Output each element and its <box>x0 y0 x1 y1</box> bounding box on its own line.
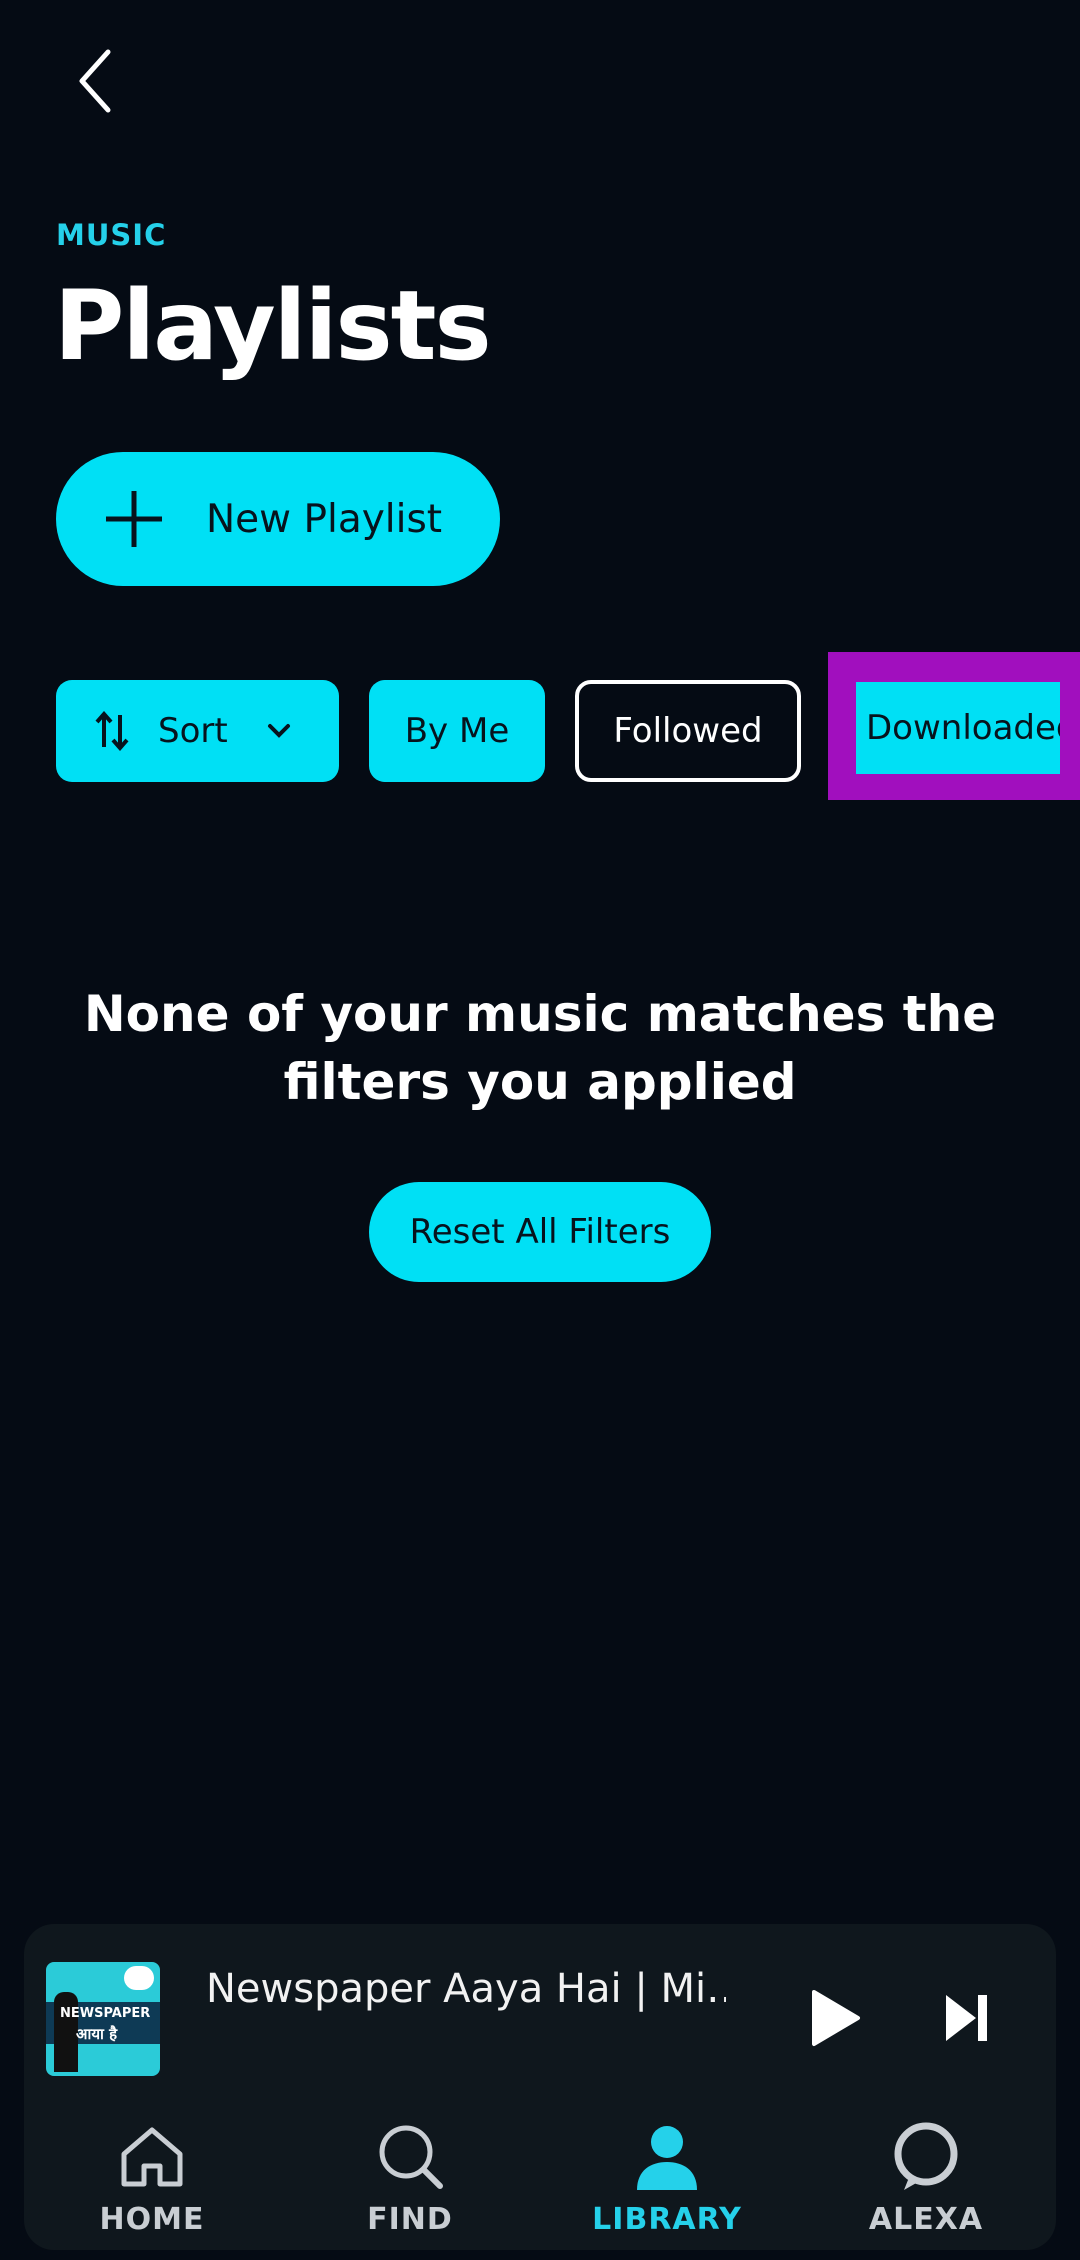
new-playlist-label: New Playlist <box>206 496 443 542</box>
alexa-icon <box>894 2122 958 2190</box>
play-button[interactable] <box>810 1988 862 2048</box>
search-icon <box>379 2125 443 2189</box>
chevron-down-icon <box>267 724 290 738</box>
nav-alexa[interactable]: ALEXA <box>836 2120 1016 2237</box>
empty-state-message: None of your music matches the filters y… <box>83 985 997 1111</box>
plus-icon <box>106 491 162 547</box>
artwork-text: NEWSPAPER <box>60 2006 151 2021</box>
reset-filters-button[interactable]: Reset All Filters <box>369 1182 711 1282</box>
artwork-figure <box>54 1992 78 2072</box>
nav-find-label: FIND <box>367 2202 453 2237</box>
nav-home-label: HOME <box>99 2202 205 2237</box>
sort-label: Sort <box>158 711 228 751</box>
play-icon <box>812 1990 860 2046</box>
back-button[interactable] <box>60 44 134 118</box>
now-playing-title[interactable]: Newspaper Aaya Hai | Mi… <box>206 1966 726 2012</box>
new-playlist-button[interactable]: New Playlist <box>56 452 500 586</box>
section-eyebrow: MUSIC <box>56 218 167 252</box>
downloaded-chip[interactable]: Downloaded <box>856 682 1060 774</box>
skip-next-icon <box>946 1995 987 2041</box>
artwork-text-hindi: आया है <box>76 2025 118 2043</box>
nav-library-label: LIBRARY <box>592 2202 742 2237</box>
nav-home[interactable]: HOME <box>62 2120 242 2237</box>
followed-chip[interactable]: Followed <box>575 680 801 782</box>
home-icon <box>121 2127 183 2187</box>
sort-arrows-icon <box>95 711 129 751</box>
next-track-button[interactable] <box>944 1992 990 2044</box>
chevron-left-icon <box>79 49 111 113</box>
person-icon <box>637 2126 697 2190</box>
artwork-logo <box>124 1966 154 1990</box>
nav-library[interactable]: LIBRARY <box>577 2120 757 2237</box>
by-me-chip[interactable]: By Me <box>369 680 545 782</box>
now-playing-artwork[interactable]: NEWSPAPER आया है <box>46 1962 160 2076</box>
nav-alexa-label: ALEXA <box>868 2202 984 2237</box>
page-title: Playlists <box>54 270 492 382</box>
nav-find[interactable]: FIND <box>320 2120 500 2237</box>
sort-chip[interactable]: Sort <box>56 680 339 782</box>
